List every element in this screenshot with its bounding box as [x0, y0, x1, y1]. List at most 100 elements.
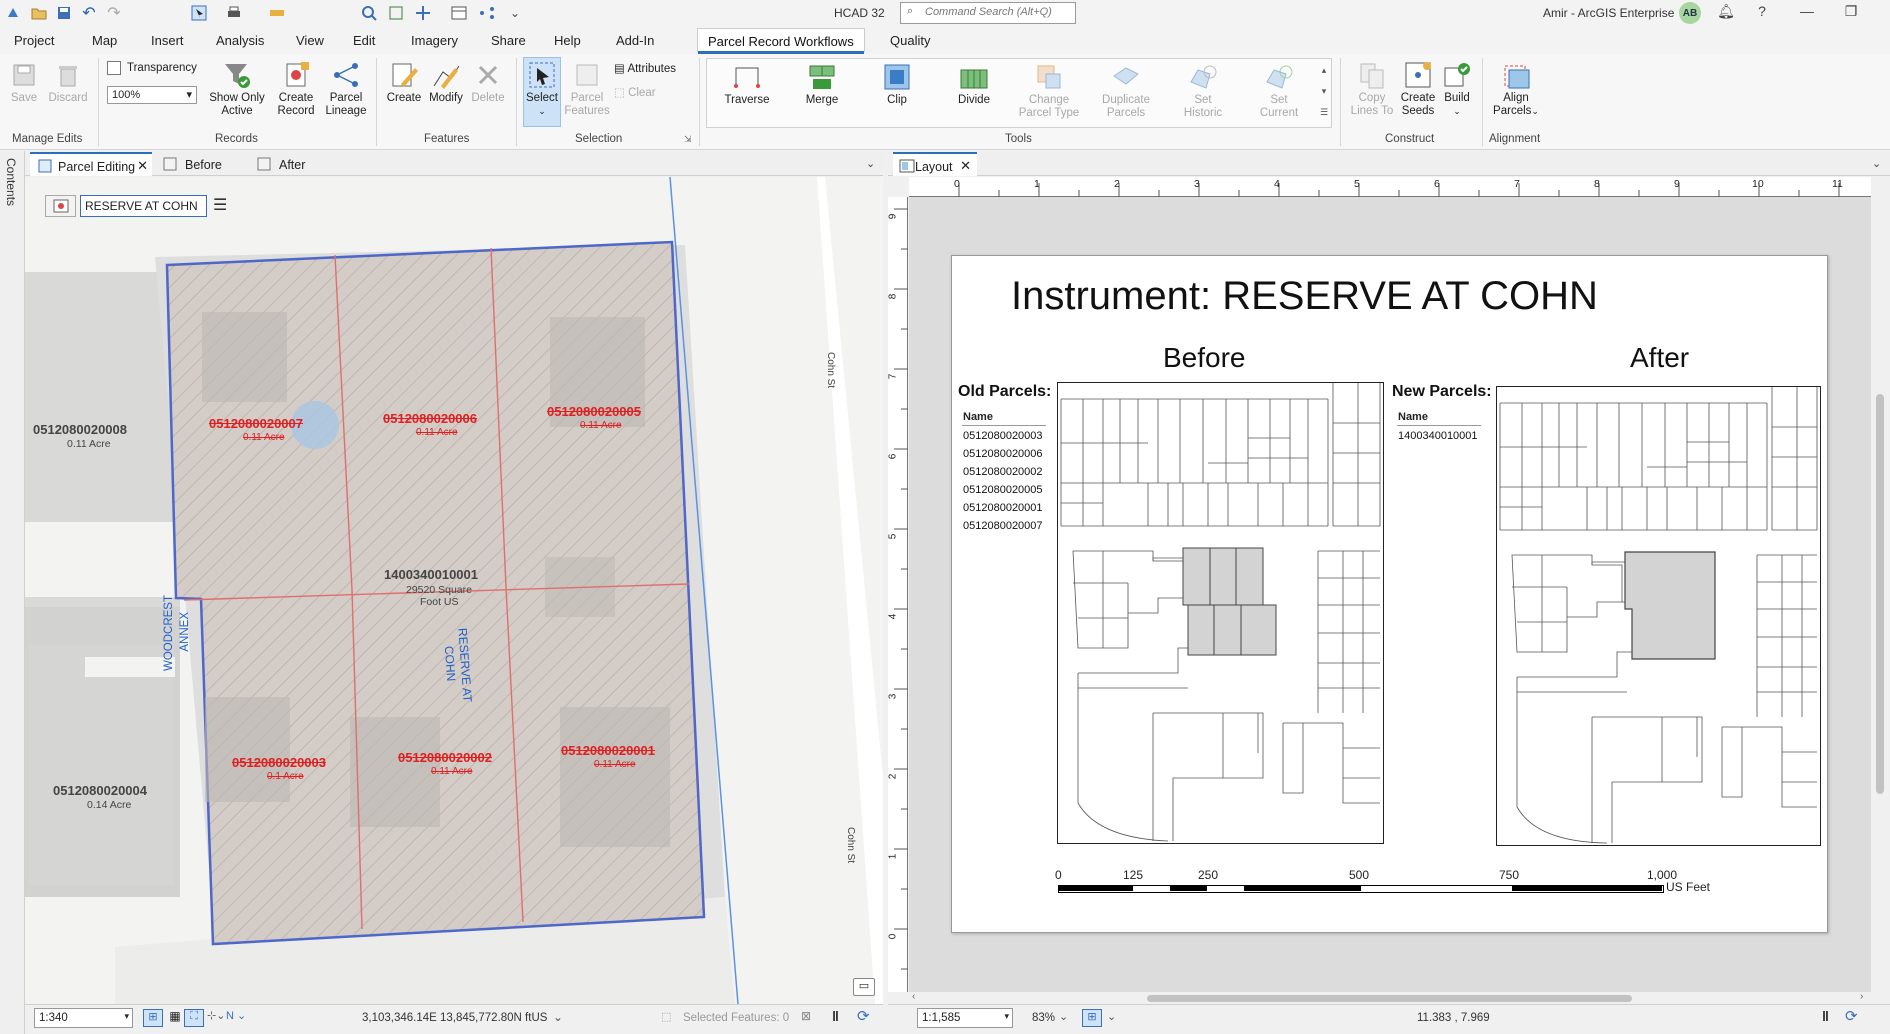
menu-edit[interactable]: Edit — [353, 33, 375, 48]
customize-dropdown-icon[interactable]: ⌄ — [506, 4, 524, 22]
north-arrow-icon[interactable]: N ⌄ — [226, 1009, 246, 1022]
move-icon[interactable] — [414, 4, 432, 22]
set-current-button[interactable]: Set Current — [1246, 62, 1312, 120]
record-menu-icon[interactable]: ☰ — [213, 195, 227, 215]
set-historic-button[interactable]: Set Historic — [1170, 62, 1236, 120]
save-project-icon[interactable] — [55, 4, 73, 22]
snap-dropdown-icon[interactable]: ⌄ — [1107, 1010, 1116, 1023]
copy-lines-to-button[interactable]: Copy Lines To — [1348, 60, 1396, 118]
modify-feature-button[interactable]: Modify — [426, 60, 466, 105]
transparency-checkbox[interactable] — [107, 61, 121, 75]
vertical-ruler[interactable]: 9 8 7 6 5 4 3 2 1 0 — [887, 197, 908, 992]
grid-icon[interactable]: ▦ — [166, 1009, 184, 1027]
refresh-icon[interactable]: ⟳ — [1845, 1007, 1858, 1025]
edit-vertices-icon[interactable] — [387, 4, 405, 22]
tab-list-dropdown-icon[interactable]: ⌄ — [866, 157, 875, 170]
create-record-button[interactable]: Create Record — [273, 60, 319, 118]
layout-scale-select[interactable]: 1:1,585 ▾ — [917, 1008, 1013, 1028]
snap-to-grid-icon[interactable]: ⊞ — [1082, 1009, 1102, 1027]
discard-edits-button[interactable]: Discard — [46, 60, 90, 105]
parcel-lineage-button[interactable]: Parcel Lineage — [324, 60, 368, 118]
active-record-input[interactable]: RESERVE AT COHN — [80, 195, 207, 217]
attribute-table-icon[interactable] — [450, 4, 468, 22]
menu-add-in[interactable]: Add-In — [616, 33, 654, 48]
menu-analysis[interactable]: Analysis — [216, 33, 264, 48]
clear-selection-button[interactable]: ⬚ Clear — [614, 85, 656, 99]
after-map-frame[interactable] — [1496, 386, 1821, 846]
maximize-button[interactable]: ❐ — [1840, 3, 1862, 23]
build-button[interactable]: Build ⌄ — [1440, 60, 1474, 118]
tab-parcel-record-workflows[interactable]: Parcel Record Workflows — [697, 28, 865, 54]
redo-icon[interactable]: ↷ — [105, 4, 123, 22]
dialog-launcher-icon[interactable]: ⇲ — [684, 134, 692, 145]
snapping-dropdown-icon[interactable]: ⊹⌄ — [207, 1009, 225, 1022]
clear-selection-icon[interactable]: ⊠ — [801, 1009, 811, 1023]
menu-share[interactable]: Share — [491, 33, 526, 48]
gallery-expand-icon[interactable]: ☰ — [1318, 102, 1330, 123]
scroll-left-icon[interactable]: ‹ — [912, 991, 915, 1002]
create-feature-button[interactable]: Create — [384, 60, 424, 105]
tab-quality[interactable]: Quality — [880, 28, 940, 52]
select-tool-icon[interactable] — [190, 4, 208, 22]
tab-list-dropdown-icon[interactable]: ⌄ — [1872, 157, 1881, 170]
measure-icon[interactable] — [268, 4, 286, 22]
zoom-level[interactable]: 83% — [1032, 1012, 1055, 1024]
print-icon[interactable] — [225, 4, 243, 22]
scroll-right-icon[interactable]: › — [1860, 991, 1863, 1002]
show-only-active-button[interactable]: Show Only Active — [207, 60, 267, 118]
user-name[interactable]: Amir - ArcGIS Enterprise — [1543, 6, 1674, 20]
transparency-select[interactable]: 100% ▾ — [107, 86, 197, 104]
traverse-tool-button[interactable]: Traverse — [717, 62, 777, 107]
tab-after[interactable]: After — [251, 152, 311, 176]
tab-parcel-editing[interactable]: Parcel Editing ✕ — [30, 152, 152, 176]
horizontal-ruler[interactable]: 0 1 2 3 4 5 6 7 8 9 10 11 — [909, 177, 1871, 197]
parcel-features-button[interactable]: Parcel Features — [564, 60, 610, 118]
gallery-scroll[interactable]: ▴ ▾ ☰ — [1318, 60, 1330, 124]
tab-layout[interactable]: Layout ✕ — [893, 152, 977, 176]
delete-feature-button[interactable]: Delete — [468, 60, 508, 105]
minimize-button[interactable]: — — [1796, 3, 1818, 23]
duplicate-parcels-button[interactable]: Duplicate Parcels — [1090, 62, 1162, 120]
menu-map[interactable]: Map — [92, 33, 117, 48]
zoom-icon[interactable] — [360, 4, 378, 22]
merge-tool-button[interactable]: Merge — [792, 62, 852, 107]
menu-insert[interactable]: Insert — [151, 33, 184, 48]
contents-pane-tab[interactable]: Contents — [4, 158, 18, 206]
undo-icon[interactable]: ↶ — [80, 4, 98, 22]
tab-before[interactable]: Before — [157, 152, 228, 176]
horizontal-scroll-thumb[interactable] — [1147, 995, 1632, 1002]
save-edits-button[interactable]: Save — [8, 60, 40, 105]
divide-tool-button[interactable]: Divide — [944, 62, 1004, 107]
change-parcel-type-button[interactable]: Change Parcel Type — [1014, 62, 1084, 120]
before-map-frame[interactable] — [1057, 382, 1384, 844]
menu-project[interactable]: Project — [14, 33, 54, 48]
menu-view[interactable]: View — [296, 33, 324, 48]
active-record-icon[interactable] — [45, 195, 76, 217]
select-button[interactable]: Select ⌄ — [523, 60, 561, 118]
zoom-dropdown-icon[interactable]: ⌄ — [1059, 1010, 1068, 1023]
menu-imagery[interactable]: Imagery — [411, 33, 458, 48]
avatar[interactable]: AB — [1679, 2, 1701, 24]
fixed-scale-icon[interactable]: ⊞ — [143, 1009, 163, 1027]
clip-tool-button[interactable]: Clip — [867, 62, 927, 107]
close-icon[interactable]: ✕ — [137, 158, 148, 174]
tools-overlay-icon[interactable]: ▭ — [853, 978, 875, 996]
vertical-scroll-thumb[interactable] — [1876, 394, 1884, 794]
coordinate-units-dropdown-icon[interactable]: ⌄ — [553, 1010, 563, 1024]
map-scale-select[interactable]: 1:340 ▾ — [34, 1008, 133, 1028]
chevron-down-icon[interactable]: ▾ — [1318, 81, 1330, 102]
notifications-bell-icon[interactable]: 🔔︎ — [1715, 3, 1737, 23]
refresh-icon[interactable]: ⟳ — [857, 1007, 870, 1025]
command-search-input[interactable]: ⌕ Command Search (Alt+Q) — [900, 2, 1076, 24]
snapping-icon[interactable]: ⛶ — [184, 1009, 204, 1027]
network-icon[interactable] — [478, 4, 496, 22]
chevron-up-icon[interactable]: ▴ — [1318, 60, 1330, 81]
help-icon[interactable]: ? — [1751, 3, 1773, 23]
attributes-button[interactable]: ▤ Attributes — [614, 61, 676, 75]
align-parcels-button[interactable]: Align Parcels⌄ — [1490, 60, 1542, 118]
close-icon[interactable]: ✕ — [960, 158, 971, 174]
pause-drawing-icon[interactable]: ‖ — [832, 1008, 839, 1024]
pause-drawing-icon[interactable]: ‖ — [1822, 1008, 1829, 1024]
open-folder-icon[interactable] — [30, 4, 48, 22]
create-seeds-button[interactable]: Create Seeds — [1398, 60, 1438, 118]
